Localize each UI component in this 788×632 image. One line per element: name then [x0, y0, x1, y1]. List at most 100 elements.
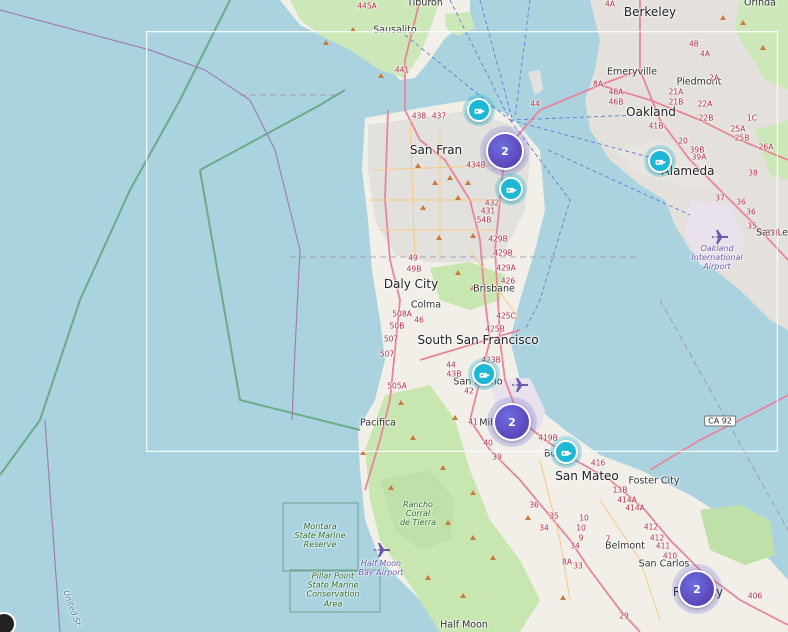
city-label: Berkeley: [623, 5, 677, 19]
cluster-san-francisco[interactable]: 2: [486, 132, 524, 170]
land-treasure-island: [528, 70, 543, 95]
exit-number-label: 508A: [392, 309, 412, 319]
exit-number-label: 37: [715, 193, 725, 203]
town-label: Colma: [410, 299, 442, 311]
exit-number-label: 36: [529, 500, 539, 510]
exit-number-label: 25B: [734, 133, 750, 143]
exit-number-label: 21B: [668, 97, 684, 107]
exit-number-label: 35: [747, 221, 757, 231]
exit-number-label: 429B: [488, 234, 508, 244]
exit-number-label: 505A: [387, 381, 407, 391]
exit-number-label: 2A: [709, 73, 719, 83]
exit-number-label: 41B: [648, 121, 664, 131]
exit-number-label: 434B: [466, 160, 486, 170]
exit-number-label: 411: [655, 541, 671, 551]
town-label: Tiburon: [407, 0, 443, 9]
ferry-icon: [561, 450, 571, 456]
exit-number-label: 9: [578, 533, 584, 543]
airport-label: Oakland International Airport: [691, 244, 743, 272]
marker-burlingame[interactable]: [554, 440, 578, 464]
map-canvas[interactable]: San Fran Oakland Alameda Berkeley Daly City S…: [0, 0, 788, 632]
exit-number-label: 410: [662, 551, 678, 561]
park-label: Montara State Marine Reserve: [294, 522, 346, 550]
exit-number-label: 33: [573, 561, 583, 571]
town-label: Orinda: [744, 0, 776, 9]
town-label: Half Moon: [440, 619, 488, 631]
exit-number-label: 406: [747, 591, 763, 601]
exit-number-label: 4A: [605, 0, 615, 9]
exit-number-label: 414A: [625, 503, 645, 513]
exit-number-label: 425C: [496, 311, 516, 321]
exit-number-label: 441: [394, 65, 410, 75]
exit-number-label: 49: [408, 253, 418, 263]
boundary-outer: [0, 0, 231, 476]
exit-number-label: 10: [579, 513, 589, 523]
exit-number-label: 20: [678, 136, 688, 146]
exit-number-label: 438: [411, 111, 427, 121]
exit-number-label: 4B: [689, 39, 699, 49]
town-label: Pacifica: [359, 417, 397, 429]
park-label: Rancho Corral de Tierra: [399, 500, 437, 528]
exit-number-label: 416: [590, 458, 606, 468]
exit-number-label: 36: [746, 207, 756, 217]
exit-number-label: 41: [468, 417, 478, 427]
exit-number-label: 38: [748, 168, 758, 178]
marker-san-bruno[interactable]: [472, 362, 496, 386]
town-label: Belmont: [605, 540, 645, 552]
exit-number-label: 33B: [765, 228, 781, 238]
exit-number-label: 44: [530, 99, 540, 109]
exit-number-label: 34: [539, 523, 549, 533]
exit-number-label: 44: [446, 360, 456, 370]
city-label: San Mateo: [555, 469, 619, 483]
exit-number-label: 437: [431, 111, 447, 121]
exit-number-label: 431: [480, 206, 496, 216]
city-label: San Fran: [409, 143, 463, 157]
exit-number-label: 39: [492, 452, 502, 462]
ferry-icon: [479, 372, 489, 378]
exit-number-label: 445A: [357, 1, 377, 11]
exit-number-label: 429A: [496, 263, 516, 273]
marker-sf-south[interactable]: [499, 177, 523, 201]
exit-number-label: 36: [736, 197, 746, 207]
exit-number-label: 13B: [612, 485, 628, 495]
exit-number-label: 8A: [562, 557, 572, 567]
town-label: Emeryville: [606, 66, 658, 78]
city-label: South San Francisco: [417, 333, 539, 347]
exit-number-label: 49B: [406, 264, 422, 274]
exit-number-label: 8A: [593, 79, 603, 89]
boundary-purple-2: [44, 419, 61, 632]
cluster-millbrae[interactable]: 2: [493, 403, 531, 441]
exit-number-label: 42: [464, 386, 474, 396]
boundary-inner-2: [199, 89, 346, 171]
ferry-icon: [474, 108, 484, 114]
exit-number-label: 22B: [698, 113, 714, 123]
ferry-icon: [506, 187, 516, 193]
exit-number-label: 46A: [608, 87, 624, 97]
town-label: Sausalito: [373, 24, 417, 36]
cluster-redwood-city[interactable]: 2: [678, 570, 716, 608]
town-label: Foster City: [628, 475, 680, 487]
exit-number-label: 46B: [608, 97, 624, 107]
exit-number-label: 412: [643, 522, 659, 532]
marker-pier[interactable]: [467, 98, 491, 122]
exit-number-label: 50B: [389, 321, 405, 331]
exit-number-label: 25A: [730, 124, 746, 134]
exit-number-label: 26A: [758, 142, 774, 152]
exit-number-label: 507: [383, 334, 399, 344]
exit-number-label: 507: [379, 349, 395, 359]
exit-number-label: 1C: [746, 113, 758, 123]
city-label: Daly City: [383, 277, 439, 291]
marker-alameda[interactable]: [648, 149, 672, 173]
exit-number-label: 29: [619, 611, 629, 621]
exit-number-label: 429B: [493, 248, 513, 258]
exit-number-label: 35: [549, 511, 559, 521]
route-shield: CA 92: [704, 415, 736, 427]
boundary-purple: [0, 9, 301, 421]
exit-number-label: 10: [576, 523, 586, 533]
exit-number-label: 426: [500, 276, 516, 286]
exit-number-label: 22A: [697, 99, 713, 109]
boundary-inner: [199, 169, 361, 431]
exit-number-label: 419B: [538, 433, 558, 443]
exit-number-label: 43B: [446, 369, 462, 379]
airport-label: Half Moon Bay Airport: [358, 558, 404, 577]
